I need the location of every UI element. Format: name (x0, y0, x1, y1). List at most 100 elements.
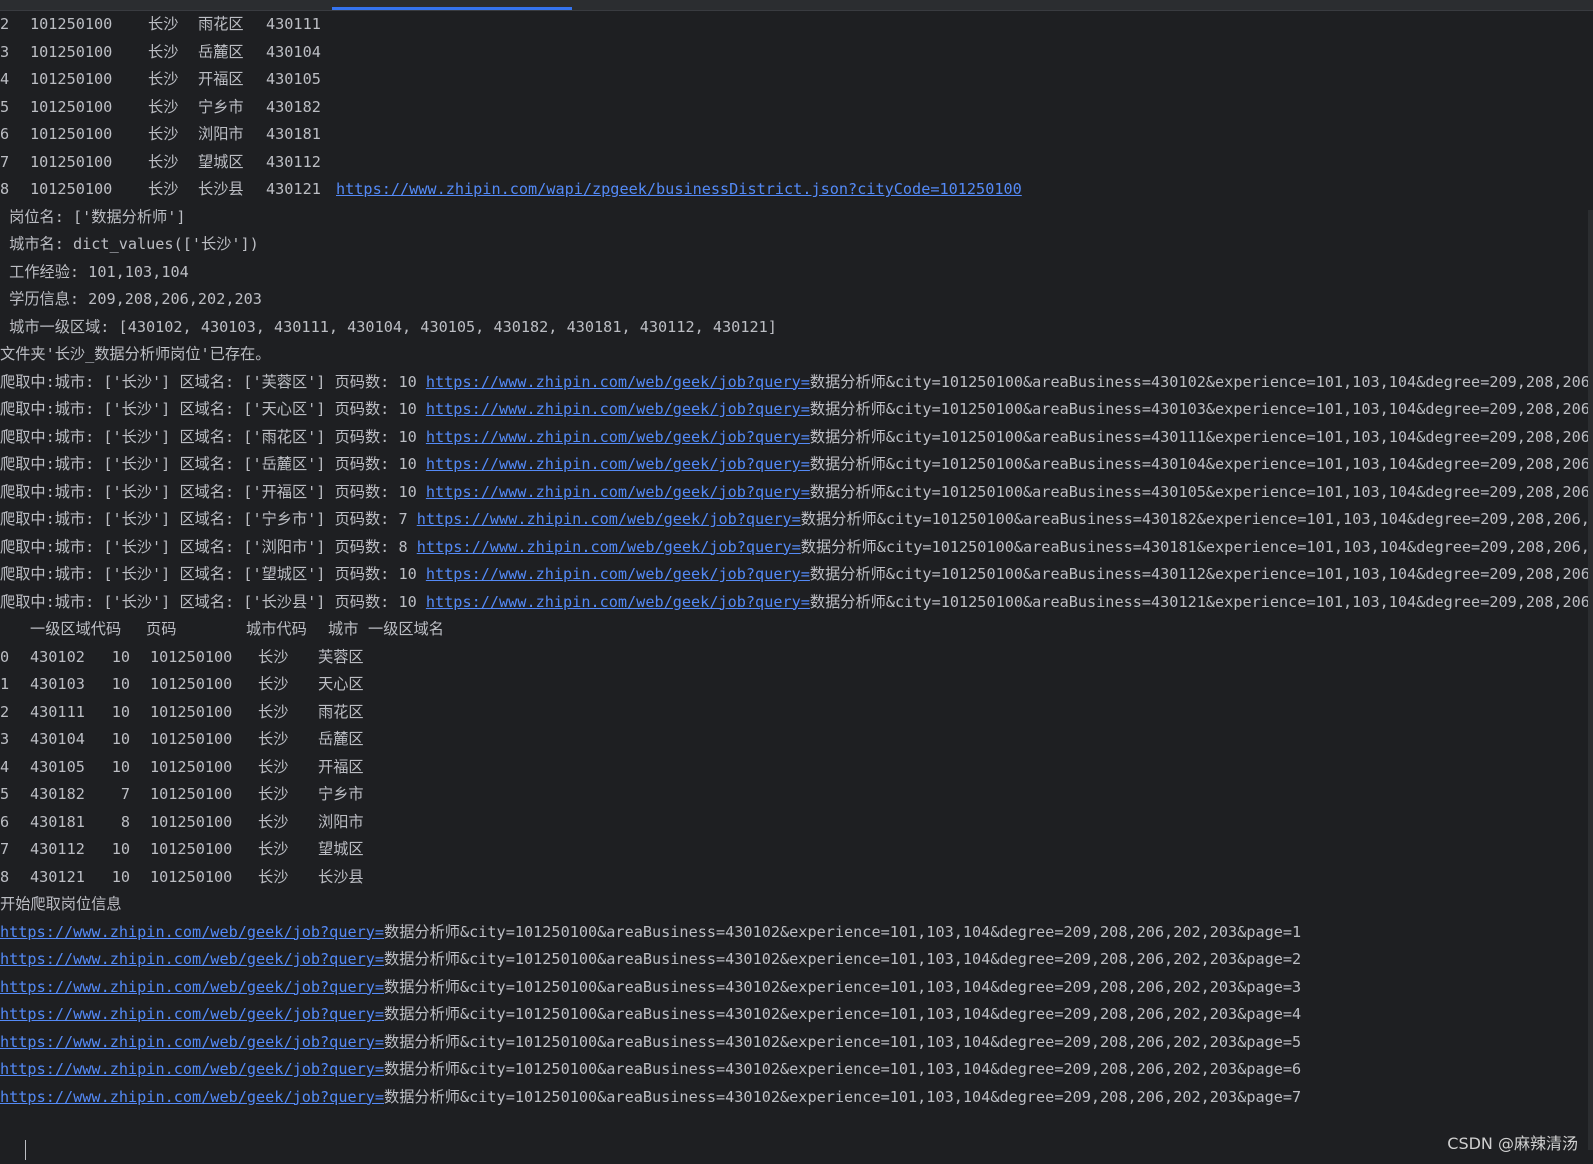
cell-area-code: 430112 (30, 840, 85, 858)
district-api-link[interactable]: https://www.zhipin.com/wapi/zpgeek/busin… (336, 180, 1022, 198)
crawl-prefix: 爬取中:城市: ['长沙'] 区域名: ['长沙县'] 页码数: 10 (0, 592, 426, 611)
row-index: 7 (0, 152, 10, 171)
crawl-row: 爬取中:城市: ['长沙'] 区域名: ['望城区'] 页码数: 10 http… (0, 561, 1590, 589)
cell-index: 1 (0, 675, 10, 693)
cell-city-code: 101250100 (150, 840, 233, 858)
cell-pages: 10 (111, 702, 130, 721)
column-header: 页码 (146, 620, 177, 638)
cell-city: 长沙 (258, 785, 289, 803)
csdn-watermark: CSDN @麻辣清汤 (1447, 1134, 1578, 1153)
crawl-row: 爬取中:城市: ['长沙'] 区域名: ['天心区'] 页码数: 10 http… (0, 396, 1590, 424)
cell-pages: 8 (120, 812, 130, 831)
cell-area-name: 开福区 (318, 757, 364, 776)
cell-index: 3 (0, 730, 10, 748)
column-header: 城市代码 (246, 620, 307, 638)
district-row: 3 101250100 长沙 岳麓区 430104 (0, 39, 1590, 67)
job-link[interactable]: https://www.zhipin.com/web/geek/job?quer… (426, 455, 810, 473)
job-link[interactable]: https://www.zhipin.com/web/geek/job?quer… (426, 428, 810, 446)
cell-area-name: 雨花区 (318, 702, 364, 721)
cell-index: 8 (0, 867, 10, 886)
crawl-row: 爬取中:城市: ['长沙'] 区域名: ['宁乡市'] 页码数: 7 https… (0, 506, 1590, 534)
page-url-row: https://www.zhipin.com/web/geek/job?quer… (0, 1001, 1590, 1029)
dataframe-row: 7 430112 10 101250100 长沙 望城区 (0, 836, 1590, 864)
area-name: 望城区 (198, 152, 244, 171)
cell-pages: 10 (111, 840, 130, 858)
job-link[interactable]: https://www.zhipin.com/web/geek/job?quer… (0, 950, 384, 968)
job-link[interactable]: https://www.zhipin.com/web/geek/job?quer… (0, 1088, 384, 1106)
job-link[interactable]: https://www.zhipin.com/web/geek/job?quer… (426, 400, 810, 418)
cell-pages: 10 (111, 647, 130, 666)
vertical-scrollbar[interactable] (1588, 210, 1593, 1150)
page-url-row: https://www.zhipin.com/web/geek/job?quer… (0, 974, 1590, 1002)
cell-pages: 10 (111, 757, 130, 776)
job-link[interactable]: https://www.zhipin.com/web/geek/job?quer… (426, 593, 810, 611)
job-link[interactable]: https://www.zhipin.com/web/geek/job?quer… (417, 538, 801, 556)
column-header: 一级区域代码 (30, 620, 122, 638)
active-tab-indicator[interactable] (332, 7, 572, 10)
cell-city-code: 101250100 (150, 730, 233, 748)
dataframe-row: 1 430103 10 101250100 长沙 天心区 (0, 671, 1590, 699)
cell-area-code: 430104 (30, 730, 85, 748)
cell-area-name: 天心区 (318, 675, 364, 693)
info-line-experience: 工作经验: 101,103,104 (0, 262, 189, 281)
cell-area-name: 岳麓区 (318, 730, 364, 748)
area-code: 430182 (266, 97, 321, 116)
cell-pages: 10 (111, 867, 130, 886)
query-params: 数据分析师&city=101250100&areaBusiness=430181… (800, 537, 1590, 556)
cell-area-code: 430182 (30, 785, 85, 803)
cell-city: 长沙 (258, 702, 289, 721)
query-params: 数据分析师&city=101250100&areaBusiness=430102… (384, 950, 1302, 968)
query-params: 数据分析师&city=101250100&areaBusiness=430182… (800, 510, 1590, 528)
row-index: 3 (0, 42, 10, 61)
district-row: 6 101250100 长沙 浏阳市 430181 (0, 121, 1590, 149)
dataframe-row: 6 430181 8 101250100 长沙 浏阳市 (0, 809, 1590, 837)
city-name: 长沙 (148, 42, 179, 61)
crawl-prefix: 爬取中:城市: ['长沙'] 区域名: ['天心区'] 页码数: 10 (0, 400, 426, 418)
row-index: 5 (0, 97, 10, 116)
crawl-row: 爬取中:城市: ['长沙'] 区域名: ['浏阳市'] 页码数: 8 https… (0, 534, 1590, 562)
cell-city: 长沙 (258, 812, 289, 831)
query-params: 数据分析师&city=101250100&areaBusiness=430104… (809, 455, 1590, 473)
job-link[interactable]: https://www.zhipin.com/web/geek/job?quer… (0, 1033, 384, 1051)
crawl-row: 爬取中:城市: ['长沙'] 区域名: ['雨花区'] 页码数: 10 http… (0, 424, 1590, 452)
query-params: 数据分析师&city=101250100&areaBusiness=430102… (384, 1032, 1302, 1051)
page-url-row: https://www.zhipin.com/web/geek/job?quer… (0, 1029, 1590, 1057)
district-row: 5 101250100 长沙 宁乡市 430182 (0, 94, 1590, 122)
cell-city-code: 101250100 (150, 647, 233, 666)
query-params: 数据分析师&city=101250100&areaBusiness=430102… (809, 372, 1590, 391)
job-link[interactable]: https://www.zhipin.com/web/geek/job?quer… (417, 510, 801, 528)
crawl-prefix: 爬取中:城市: ['长沙'] 区域名: ['望城区'] 页码数: 10 (0, 565, 426, 583)
area-code: 430121 (266, 180, 321, 198)
city-name: 长沙 (148, 15, 179, 33)
console-output[interactable]: 2 101250100 长沙 雨花区 430111 3 101250100 长沙 岳麓区 430… (0, 11, 1590, 1141)
cell-city-code: 101250100 (150, 867, 233, 886)
city-name: 长沙 (148, 125, 179, 143)
job-link[interactable]: https://www.zhipin.com/web/geek/job?quer… (0, 978, 384, 996)
query-params: 数据分析师&city=101250100&areaBusiness=430103… (809, 400, 1590, 418)
row-index: 4 (0, 70, 10, 88)
job-link[interactable]: https://www.zhipin.com/web/geek/job?quer… (426, 373, 810, 391)
cell-area-code: 430121 (30, 867, 85, 886)
job-link[interactable]: https://www.zhipin.com/web/geek/job?quer… (426, 565, 810, 583)
cell-index: 5 (0, 785, 10, 803)
area-name: 宁乡市 (198, 97, 244, 116)
column-header: 一级区域名 (368, 620, 444, 638)
cell-area-name: 宁乡市 (318, 785, 364, 803)
job-link[interactable]: https://www.zhipin.com/web/geek/job?quer… (0, 1005, 384, 1023)
info-line-folder: 文件夹'长沙_数据分析师岗位'已存在。 (0, 345, 271, 363)
cell-city-code: 101250100 (150, 675, 233, 693)
district-row: 8 101250100 长沙 长沙县 430121 https://www.zhipin.… (0, 176, 1590, 204)
city-name: 长沙 (148, 152, 179, 171)
area-code: 430105 (266, 70, 321, 88)
city-name: 长沙 (148, 70, 179, 88)
job-link[interactable]: https://www.zhipin.com/web/geek/job?quer… (0, 1060, 384, 1078)
job-link[interactable]: https://www.zhipin.com/web/geek/job?quer… (0, 923, 384, 941)
cell-index: 7 (0, 840, 10, 858)
info-line-job: 岗位名: ['数据分析师'] (0, 207, 186, 226)
cell-index: 4 (0, 757, 10, 776)
page-url-row: https://www.zhipin.com/web/geek/job?quer… (0, 1084, 1590, 1112)
job-link[interactable]: https://www.zhipin.com/web/geek/job?quer… (426, 483, 810, 501)
row-index: 2 (0, 15, 10, 33)
tool-window-tab-bar (0, 0, 1593, 11)
area-code: 430112 (266, 152, 321, 171)
